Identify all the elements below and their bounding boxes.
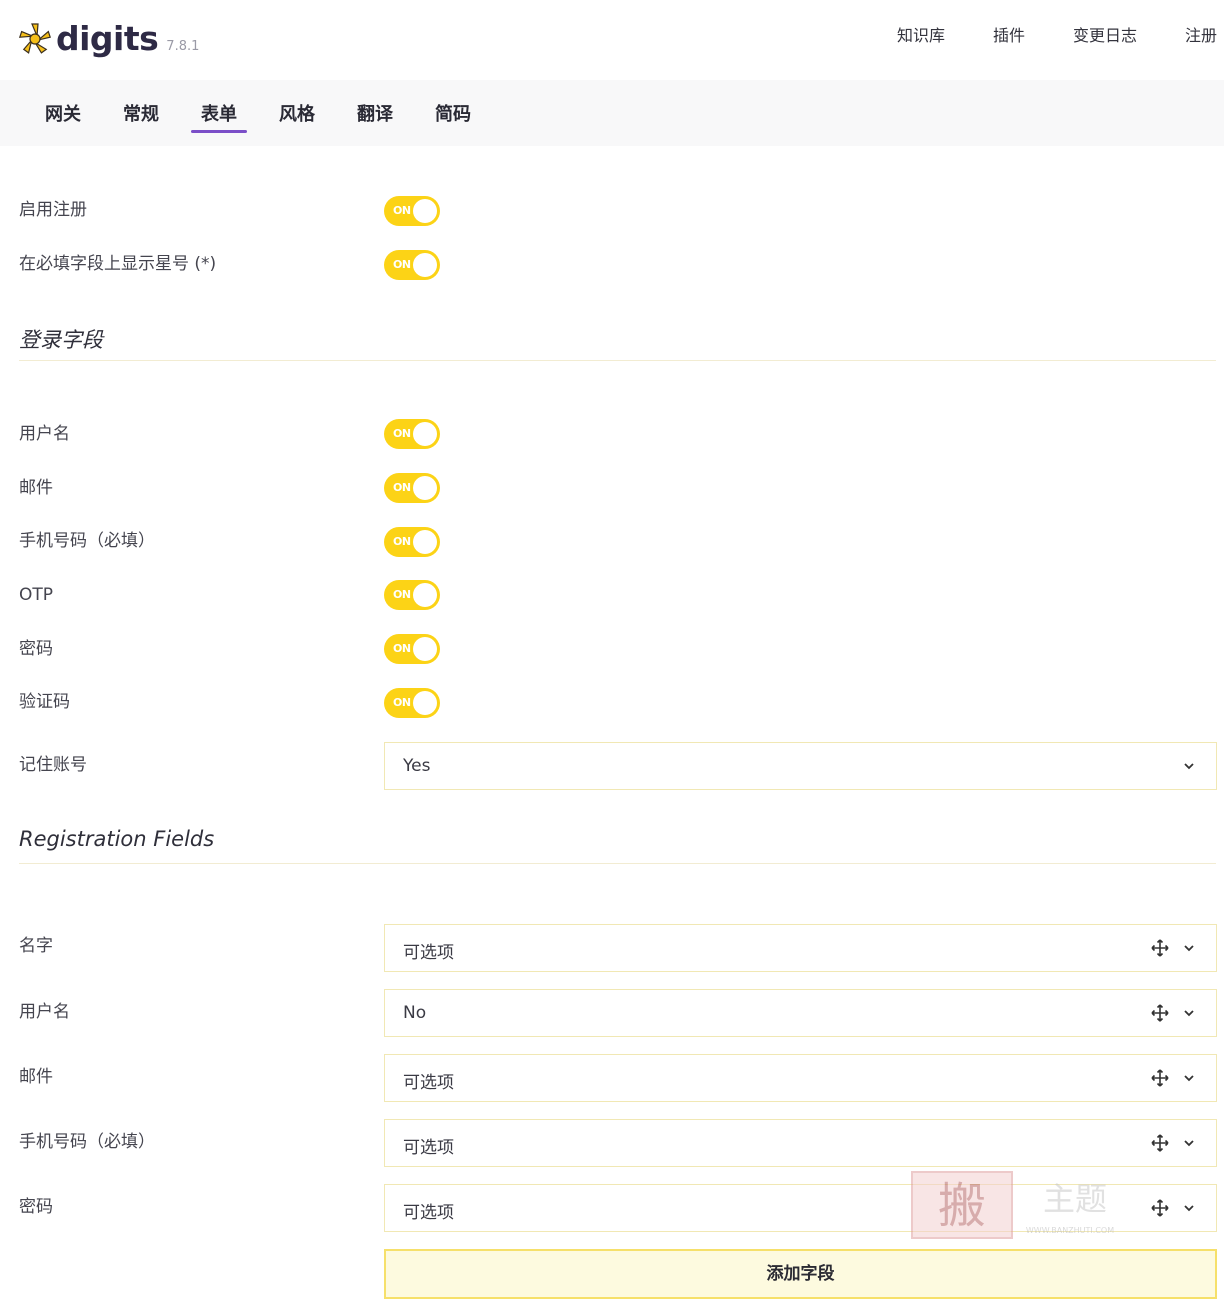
reg-password-label: 密码 bbox=[19, 1197, 53, 1217]
section-divider bbox=[19, 863, 1216, 864]
move-arrows-icon[interactable] bbox=[1150, 938, 1170, 958]
move-arrows-icon[interactable] bbox=[1150, 1198, 1170, 1218]
settings-tabs: 网关 常规 表单 风格 翻译 简码 bbox=[0, 80, 1224, 146]
login-username-label: 用户名 bbox=[19, 424, 70, 444]
chevron-down-icon bbox=[1184, 1140, 1194, 1147]
login-otp-label: OTP bbox=[19, 585, 54, 605]
reg-phone-value: 可选项 bbox=[403, 1138, 454, 1158]
asterisk-logo-icon bbox=[18, 23, 51, 54]
section-divider bbox=[19, 360, 1216, 361]
nav-plugins[interactable]: 插件 bbox=[993, 24, 1025, 48]
svg-text:WWW.BANZHUTI.COM: WWW.BANZHUTI.COM bbox=[1026, 1226, 1114, 1235]
show-asterisk-label: 在必填字段上显示星号 (*) bbox=[19, 254, 217, 274]
chevron-down-icon bbox=[1184, 1205, 1194, 1212]
svg-text:搬: 搬 bbox=[938, 1178, 986, 1234]
reg-email-label: 邮件 bbox=[19, 1067, 53, 1087]
chevron-down-icon bbox=[1184, 763, 1194, 770]
login-captcha-toggle[interactable]: ON bbox=[384, 688, 440, 718]
reg-phone-label: 手机号码（必填） bbox=[19, 1132, 155, 1152]
reg-username-label: 用户名 bbox=[19, 1002, 70, 1022]
chevron-down-icon bbox=[1184, 1075, 1194, 1082]
reg-email-select[interactable]: 可选项 bbox=[384, 1054, 1217, 1102]
tab-shortcodes[interactable]: 简码 bbox=[433, 100, 473, 132]
brand-version: 7.8.1 bbox=[166, 39, 200, 54]
chevron-down-icon bbox=[1184, 945, 1194, 952]
reg-phone-select[interactable]: 可选项 bbox=[384, 1119, 1217, 1167]
nav-changelog[interactable]: 变更日志 bbox=[1073, 24, 1137, 48]
enable-registration-toggle[interactable]: ON bbox=[384, 196, 440, 226]
reg-password-value: 可选项 bbox=[403, 1203, 454, 1223]
remember-me-select[interactable]: Yes bbox=[384, 742, 1217, 790]
move-arrows-icon[interactable] bbox=[1150, 1133, 1170, 1153]
tab-forms[interactable]: 表单 bbox=[191, 100, 247, 133]
svg-text:主题: 主题 bbox=[1043, 1180, 1107, 1218]
reg-name-value: 可选项 bbox=[403, 943, 454, 963]
tab-gateway[interactable]: 网关 bbox=[43, 100, 83, 132]
move-arrows-icon[interactable] bbox=[1150, 1003, 1170, 1023]
brand-name: digits bbox=[56, 19, 159, 58]
login-phone-toggle[interactable]: ON bbox=[384, 527, 440, 557]
top-nav: 知识库 插件 变更日志 注册 bbox=[849, 24, 1224, 48]
tab-general[interactable]: 常规 bbox=[121, 100, 161, 132]
login-fields-title: 登录字段 bbox=[19, 328, 103, 352]
reg-email-value: 可选项 bbox=[403, 1073, 454, 1093]
reg-name-label: 名字 bbox=[19, 936, 53, 956]
login-otp-toggle[interactable]: ON bbox=[384, 580, 440, 610]
login-username-toggle[interactable]: ON bbox=[384, 419, 440, 449]
brand[interactable]: digits 7.8.1 bbox=[18, 16, 200, 58]
add-field-label: 添加字段 bbox=[766, 1264, 835, 1284]
nav-register[interactable]: 注册 bbox=[1185, 24, 1217, 48]
nav-knowledge-base[interactable]: 知识库 bbox=[897, 24, 945, 48]
add-field-button[interactable]: 添加字段 bbox=[384, 1249, 1217, 1299]
login-password-toggle[interactable]: ON bbox=[384, 634, 440, 664]
show-asterisk-toggle[interactable]: ON bbox=[384, 250, 440, 280]
remember-me-label: 记住账号 bbox=[19, 755, 87, 775]
tab-translation[interactable]: 翻译 bbox=[355, 100, 395, 132]
remember-me-value: Yes bbox=[403, 756, 431, 776]
login-password-label: 密码 bbox=[19, 639, 53, 659]
watermark-logo: 搬 主题 WWW.BANZHUTI.COM bbox=[911, 1171, 1114, 1239]
top-header: digits 7.8.1 知识库 插件 变更日志 注册 bbox=[0, 0, 1224, 80]
login-email-label: 邮件 bbox=[19, 478, 53, 498]
reg-username-value: No bbox=[403, 1003, 427, 1023]
chevron-down-icon bbox=[1184, 1010, 1194, 1017]
reg-username-select[interactable]: No bbox=[384, 989, 1217, 1037]
login-captcha-label: 验证码 bbox=[19, 692, 70, 712]
reg-name-select[interactable]: 可选项 bbox=[384, 924, 1217, 972]
login-phone-label: 手机号码（必填） bbox=[19, 531, 155, 551]
enable-registration-label: 启用注册 bbox=[19, 200, 87, 220]
login-email-toggle[interactable]: ON bbox=[384, 473, 440, 503]
tab-style[interactable]: 风格 bbox=[277, 100, 317, 132]
registration-fields-title: Registration Fields bbox=[19, 827, 215, 851]
move-arrows-icon[interactable] bbox=[1150, 1068, 1170, 1088]
